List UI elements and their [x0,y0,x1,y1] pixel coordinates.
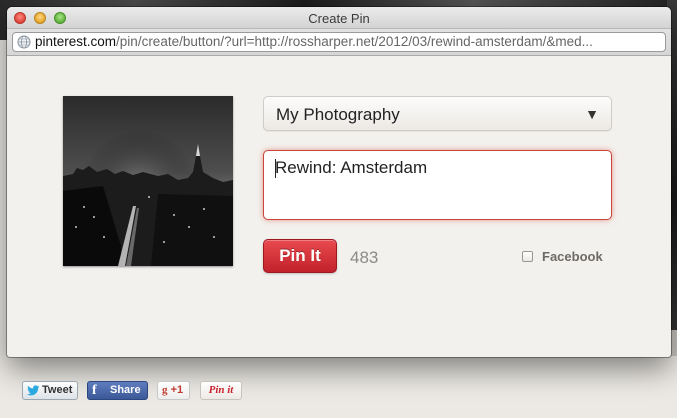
board-select[interactable]: My Photography ▼ [263,96,612,131]
share-label: Share [110,384,141,396]
tweet-button[interactable]: Tweet [22,381,78,400]
url-field[interactable]: pinterest.com/pin/create/button/?url=htt… [12,32,666,52]
twitter-bird-icon [27,385,40,396]
tweet-label: Tweet [42,384,73,396]
globe-icon [17,35,31,49]
facebook-share-button[interactable]: f Share [87,381,148,400]
gplus-label: +1 [170,384,184,396]
pin-it-share-button[interactable]: Pin it [200,381,242,400]
window-title: Create Pin [308,11,370,26]
pin-image-thumbnail [63,96,233,266]
triangle-down-icon: ▼ [585,106,599,122]
character-count: 483 [350,248,379,267]
facebook-checkbox[interactable] [522,251,533,262]
google-plus-one-button[interactable]: g +1 [157,381,190,400]
text-cursor [275,159,276,178]
facebook-f-icon: f [92,383,97,398]
address-bar: pinterest.com/pin/create/button/?url=htt… [7,29,671,56]
board-select-value: My Photography [276,105,400,124]
google-plus-icon: g [162,384,168,396]
title-bar[interactable]: Create Pin [7,7,671,29]
url-path: /pin/create/button/?url=http://rossharpe… [116,34,593,49]
description-input[interactable]: Rewind: Amsterdam [263,150,612,220]
url-host: pinterest.com [35,34,117,49]
pin-it-button[interactable]: Pin It [263,239,337,273]
facebook-label[interactable]: Facebook [542,249,603,264]
create-pin-window: Create Pin pinterest.com/pin/create/butt… [7,7,671,357]
pin-form: My Photography ▼ Rewind: Amsterdam Pin I… [7,56,671,356]
